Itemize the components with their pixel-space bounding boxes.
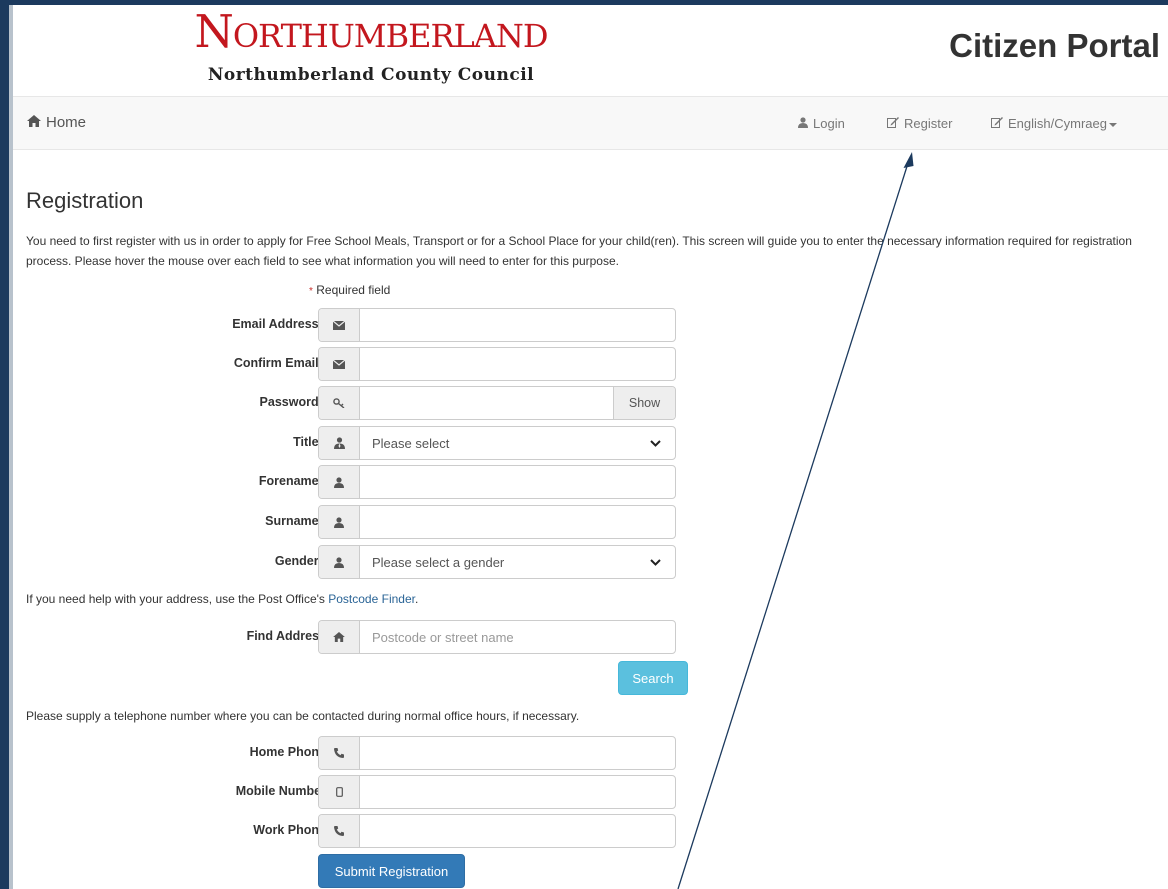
- submit-registration-button[interactable]: Submit Registration: [318, 854, 465, 888]
- user-tie-icon: [319, 427, 360, 459]
- gender-select[interactable]: Please select a gender: [318, 545, 676, 579]
- page: Northumberland Northumberland County Cou…: [13, 5, 1168, 889]
- title-row: Title * Please select: [26, 426, 1156, 460]
- email-input[interactable]: [360, 309, 675, 341]
- password-row: Password * Show: [26, 386, 1156, 420]
- home-phone-label: Home Phone: [249, 745, 326, 759]
- home-icon: [319, 621, 360, 653]
- nav-register-label: Register: [904, 116, 953, 131]
- title-label-text: Title: [293, 435, 319, 449]
- surname-field-group: [318, 505, 676, 539]
- confirm-email-label-text: Confirm Email: [233, 356, 319, 370]
- gender-select-value: Please select a gender: [372, 554, 505, 570]
- mobile-field-group: [318, 775, 676, 809]
- find-address-label: Find Address: [246, 629, 326, 643]
- confirm-email-label: Confirm Email *: [234, 356, 326, 370]
- nav-language-dropdown[interactable]: English/Cymraeg: [991, 116, 1117, 131]
- email-label: Email Address *: [232, 317, 326, 331]
- surname-label-text: Surname: [265, 514, 319, 528]
- email-row: Email Address *: [26, 308, 1156, 342]
- mobile-label: Mobile Number: [235, 784, 326, 798]
- portal-title: Citizen Portal: [949, 27, 1160, 64]
- home-phone-row: Home Phone: [26, 736, 1156, 770]
- postcode-finder-link[interactable]: Postcode Finder: [328, 592, 415, 606]
- user-icon: [798, 117, 808, 131]
- required-field-note: * Required field: [309, 283, 390, 297]
- forename-label-text: Forename: [258, 474, 319, 488]
- phone-icon: [319, 815, 360, 847]
- forename-input[interactable]: [360, 466, 675, 498]
- user-icon: [319, 466, 360, 498]
- council-logo[interactable]: Northumberland Northumberland County Cou…: [166, 5, 576, 97]
- home-icon: [27, 115, 41, 130]
- show-password-button[interactable]: Show: [613, 387, 675, 419]
- envelope-icon: [319, 348, 360, 380]
- work-phone-label: Work Phone: [253, 823, 326, 837]
- page-title: Registration: [26, 188, 144, 213]
- user-icon: [319, 546, 360, 578]
- nav-login-label: Login: [813, 116, 845, 131]
- nav-language-label: English/Cymraeg: [1008, 116, 1107, 131]
- forename-label: Forename *: [259, 474, 326, 488]
- find-address-input[interactable]: [360, 621, 675, 653]
- required-star: *: [309, 286, 313, 297]
- logo-subtitle: Northumberland County Council: [207, 65, 535, 85]
- password-label: Password *: [260, 395, 326, 409]
- user-icon: [319, 506, 360, 538]
- window-frame-left: [0, 0, 9, 889]
- confirm-email-row: Confirm Email *: [26, 347, 1156, 381]
- nav-home-label: Home: [46, 114, 87, 131]
- forename-field-group: [318, 465, 676, 499]
- chevron-down-icon: [635, 546, 675, 578]
- mobile-row: Mobile Number: [26, 775, 1156, 809]
- edit-icon: [887, 117, 899, 131]
- key-icon: [319, 387, 360, 419]
- chevron-down-icon: [635, 427, 675, 459]
- envelope-icon: [319, 309, 360, 341]
- intro-text: You need to first register with us in or…: [26, 234, 1132, 268]
- mobile-icon: [319, 776, 360, 808]
- navbar: Home Login Register English/Cymraeg: [13, 96, 1168, 150]
- forename-row: Forename *: [26, 465, 1156, 499]
- surname-input[interactable]: [360, 506, 675, 538]
- search-address-button[interactable]: Search: [618, 661, 688, 695]
- mobile-input[interactable]: [360, 776, 675, 808]
- email-field-group: [318, 308, 676, 342]
- home-phone-field-group: [318, 736, 676, 770]
- confirm-email-input[interactable]: [360, 348, 675, 380]
- gender-row: Gender * Please select a gender: [26, 545, 1156, 579]
- password-label-text: Password: [259, 395, 319, 409]
- required-field-label: Required field: [316, 283, 391, 297]
- confirm-email-field-group: [318, 347, 676, 381]
- title-select-value: Please select: [372, 435, 450, 451]
- surname-label: Surname *: [265, 514, 326, 528]
- logo-wordmark: Northumberland: [194, 5, 548, 58]
- nav-register-link[interactable]: Register: [887, 116, 952, 131]
- phone-help-text: Please supply a telephone number where y…: [26, 709, 580, 723]
- nav-login-link[interactable]: Login: [798, 116, 845, 131]
- title-select[interactable]: Please select: [318, 426, 676, 460]
- phone-icon: [319, 737, 360, 769]
- nav-home-link[interactable]: Home: [27, 114, 86, 131]
- home-phone-input[interactable]: [360, 737, 675, 769]
- password-field-group: Show: [318, 386, 676, 420]
- address-help-prefix: If you need help with your address, use …: [26, 592, 329, 606]
- work-phone-field-group: [318, 814, 676, 848]
- surname-row: Surname *: [26, 505, 1156, 539]
- find-address-row: Find Address: [26, 620, 1156, 654]
- gender-label-text: Gender: [274, 554, 319, 568]
- email-label-text: Email Address: [232, 317, 319, 331]
- edit-icon: [991, 117, 1003, 131]
- find-address-field-group: [318, 620, 676, 654]
- address-help-suffix: .: [414, 592, 419, 606]
- caret-down-icon: [1109, 122, 1117, 127]
- work-phone-row: Work Phone: [26, 814, 1156, 848]
- work-phone-input[interactable]: [360, 815, 675, 847]
- password-input[interactable]: [360, 387, 613, 419]
- address-help-text: If you need help with your address, use …: [26, 592, 418, 606]
